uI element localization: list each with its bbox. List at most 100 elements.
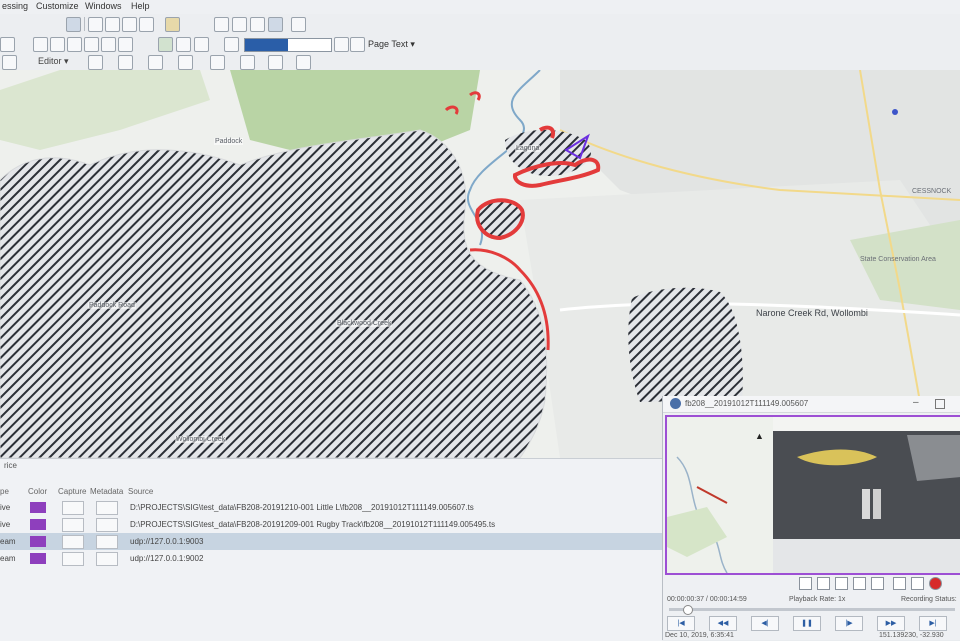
map-label-cessnock: CESSNOCK bbox=[912, 188, 952, 195]
map-label-paddock: Paddock bbox=[214, 138, 244, 145]
editor-dropdown[interactable]: Editor ▾ bbox=[38, 56, 69, 67]
map-label-town-north: Laguna bbox=[515, 145, 541, 152]
color-swatch[interactable] bbox=[30, 536, 46, 547]
rotate-icon[interactable] bbox=[178, 55, 193, 70]
capture-checkbox[interactable] bbox=[62, 535, 84, 549]
print-icon[interactable] bbox=[84, 37, 99, 52]
metadata-checkbox[interactable] bbox=[96, 535, 118, 549]
row-source: udp://127.0.0.1:9002 bbox=[130, 554, 204, 563]
column-type[interactable]: pe bbox=[0, 487, 9, 496]
row-source: D:\PROJECTS\SIG\test_data\FB208-20191210… bbox=[130, 503, 474, 512]
sketch-icon[interactable] bbox=[240, 55, 255, 70]
column-metadata[interactable]: Metadata bbox=[90, 487, 123, 496]
map-label-road: Narone Creek Rd, Wollombi bbox=[756, 308, 868, 318]
export-icon[interactable] bbox=[799, 577, 812, 590]
playback-slider[interactable] bbox=[669, 605, 955, 615]
column-source[interactable]: Source bbox=[128, 487, 153, 496]
map-icon[interactable] bbox=[101, 37, 116, 52]
map-label-conservation: State Conservation Area bbox=[860, 256, 936, 263]
table-row[interactable]: eam udp://127.0.0.1:9002 bbox=[0, 550, 662, 567]
edit-vertices-icon[interactable] bbox=[88, 55, 103, 70]
step-forward-button[interactable]: |▶ bbox=[835, 616, 863, 631]
video-sources-panel: rice pe Color Capture Metadata Source iv… bbox=[0, 458, 662, 641]
cut-polygon-icon[interactable] bbox=[148, 55, 163, 70]
video-title: fb208__20191012T111149.005607 bbox=[685, 399, 809, 408]
filter-icon[interactable] bbox=[176, 37, 191, 52]
step-back-button[interactable]: ◀| bbox=[751, 616, 779, 631]
metadata-checkbox[interactable] bbox=[96, 552, 118, 566]
pause-button[interactable]: ❚❚ bbox=[793, 616, 821, 631]
copy-icon[interactable] bbox=[291, 17, 306, 32]
export-icon[interactable] bbox=[118, 37, 133, 52]
previous-page-icon[interactable] bbox=[224, 37, 239, 52]
table-row[interactable]: ive D:\PROJECTS\SIG\test_data\FB208-2019… bbox=[0, 516, 662, 533]
video-frame[interactable]: ▲ bbox=[665, 415, 960, 575]
globe-icon[interactable] bbox=[268, 17, 283, 32]
refresh-icon[interactable] bbox=[50, 37, 65, 52]
layers-icon[interactable] bbox=[853, 577, 866, 590]
skip-end-button[interactable]: ▶| bbox=[919, 616, 947, 631]
minimize-icon[interactable]: – bbox=[913, 397, 919, 408]
page-progress-bar[interactable] bbox=[244, 38, 332, 52]
first-page-icon[interactable] bbox=[194, 37, 209, 52]
grid-icon[interactable] bbox=[122, 17, 137, 32]
list-icon[interactable] bbox=[139, 17, 154, 32]
menu-item-windows[interactable]: Windows bbox=[85, 1, 122, 11]
video-title-bar[interactable]: fb208__20191012T111149.005607 – bbox=[663, 396, 960, 413]
color-swatch[interactable] bbox=[30, 519, 46, 530]
fire-perimeter-spot bbox=[475, 198, 525, 241]
snapshot-icon[interactable] bbox=[893, 577, 906, 590]
table-row[interactable]: ive D:\PROJECTS\SIG\test_data\FB208-2019… bbox=[0, 499, 662, 516]
draw-tool-icon[interactable] bbox=[66, 17, 81, 32]
fast-forward-button[interactable]: ▶▶ bbox=[877, 616, 905, 631]
page-text-dropdown[interactable]: Page Text ▾ bbox=[368, 39, 415, 50]
next-page-icon[interactable] bbox=[334, 37, 349, 52]
location-marker-icon bbox=[892, 109, 898, 115]
save-icon[interactable] bbox=[911, 577, 924, 590]
edit-icon[interactable] bbox=[2, 55, 17, 70]
menu-item-processing[interactable]: essing bbox=[2, 1, 28, 11]
row-type: eam bbox=[0, 554, 16, 563]
playback-slider-thumb[interactable] bbox=[683, 605, 693, 615]
menu-item-customize[interactable]: Customize bbox=[36, 1, 79, 11]
stream-icon[interactable] bbox=[871, 577, 884, 590]
scissors-icon[interactable] bbox=[165, 17, 180, 32]
editor-toolbar: Editor ▾ bbox=[0, 54, 960, 71]
capture-checkbox[interactable] bbox=[62, 501, 84, 515]
metadata-checkbox[interactable] bbox=[96, 518, 118, 532]
camera-icon[interactable] bbox=[817, 577, 830, 590]
table-row[interactable]: eam udp://127.0.0.1:9003 bbox=[0, 533, 662, 550]
maximize-icon[interactable] bbox=[935, 399, 945, 409]
column-capture[interactable]: Capture bbox=[58, 487, 86, 496]
metadata-checkbox[interactable] bbox=[96, 501, 118, 515]
column-color[interactable]: Color bbox=[28, 487, 47, 496]
snap-icon[interactable] bbox=[210, 55, 225, 70]
skip-start-button[interactable]: |◀ bbox=[667, 616, 695, 631]
last-page-icon[interactable] bbox=[350, 37, 365, 52]
color-swatch[interactable] bbox=[30, 553, 46, 564]
binoculars-icon[interactable] bbox=[214, 17, 229, 32]
map-label-south: Wollombi Creek bbox=[175, 436, 227, 443]
video-coordinates: 151.139230, -32.930 bbox=[879, 632, 944, 639]
menu-item-help[interactable]: Help bbox=[131, 1, 150, 11]
attributes-icon[interactable] bbox=[250, 17, 265, 32]
zoom-icon[interactable] bbox=[0, 37, 15, 52]
record-icon[interactable] bbox=[929, 577, 942, 590]
layers-icon[interactable] bbox=[158, 37, 173, 52]
capture-checkbox[interactable] bbox=[62, 552, 84, 566]
layout-icon[interactable] bbox=[105, 17, 120, 32]
geometry-icon[interactable] bbox=[296, 55, 311, 70]
video-controls: 00:00:00:37 / 00:00:14:59 Playback Rate:… bbox=[663, 576, 960, 640]
select-features-icon[interactable] bbox=[232, 17, 247, 32]
capture-checkbox[interactable] bbox=[62, 518, 84, 532]
pan-icon[interactable] bbox=[33, 37, 48, 52]
menu-bar: essing Customize Windows Help bbox=[0, 0, 960, 15]
rewind-button[interactable]: ◀◀ bbox=[709, 616, 737, 631]
row-type: ive bbox=[0, 520, 11, 529]
settings-icon[interactable] bbox=[835, 577, 848, 590]
table-icon[interactable] bbox=[88, 17, 103, 32]
reshape-icon[interactable] bbox=[118, 55, 133, 70]
color-swatch[interactable] bbox=[30, 502, 46, 513]
attribute-table-icon[interactable] bbox=[268, 55, 283, 70]
back-icon[interactable] bbox=[67, 37, 82, 52]
